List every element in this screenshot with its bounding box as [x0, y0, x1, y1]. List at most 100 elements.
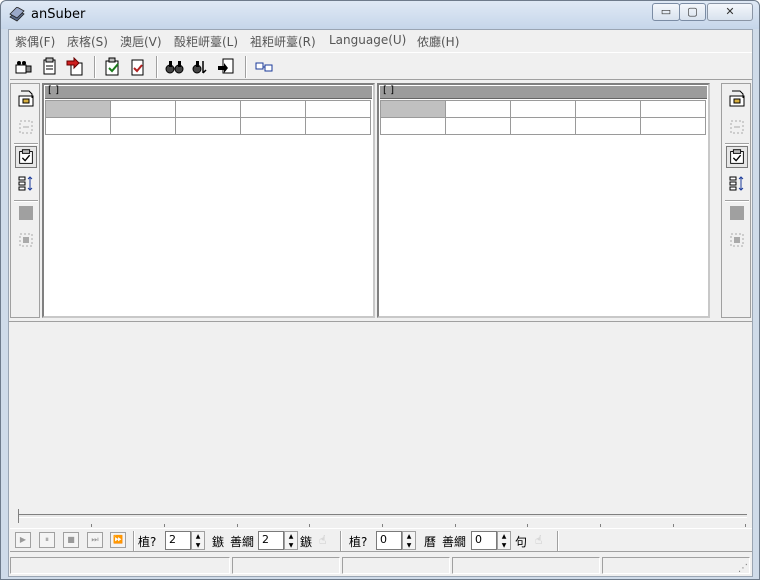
- table-cell[interactable]: [45, 100, 111, 118]
- timeline-slider[interactable]: [19, 514, 747, 518]
- edit-icon[interactable]: [726, 146, 748, 168]
- menu-language[interactable]: Language(U): [329, 33, 406, 47]
- title-bar[interactable]: anSuber ▭ ▢ ✕: [1, 1, 759, 29]
- find-next-icon[interactable]: [191, 57, 211, 77]
- status-cell-4: [452, 557, 600, 574]
- app-logo-icon: [9, 7, 25, 22]
- maximize-icon: ▢: [687, 5, 698, 18]
- slider-tick: [745, 524, 746, 527]
- table-cell[interactable]: [510, 117, 576, 135]
- table-row[interactable]: [45, 100, 371, 118]
- offset-label-1: 植?: [138, 535, 157, 549]
- slider-tick: [600, 524, 601, 527]
- table-cell[interactable]: [510, 100, 576, 118]
- sort-icon[interactable]: [726, 173, 748, 195]
- hand-icon[interactable]: ☝: [319, 533, 333, 547]
- table-row[interactable]: [380, 100, 706, 118]
- spinner-arrows[interactable]: ▲ ▼: [284, 531, 298, 550]
- table-cell[interactable]: [175, 117, 241, 135]
- table-cell[interactable]: [110, 100, 176, 118]
- import-icon[interactable]: [65, 57, 85, 77]
- table-cell[interactable]: [575, 117, 641, 135]
- status-bar: ⋰: [9, 555, 752, 576]
- close-icon: ✕: [725, 5, 735, 18]
- step-input-1[interactable]: 2: [258, 531, 284, 550]
- table-cell[interactable]: [380, 100, 446, 118]
- table-cell[interactable]: [240, 117, 306, 135]
- select-icon[interactable]: [15, 229, 37, 251]
- open-subtitle-icon[interactable]: [40, 57, 60, 77]
- edit-icon[interactable]: [15, 146, 37, 168]
- open-file-icon[interactable]: [15, 88, 37, 110]
- stop-button[interactable]: ■: [63, 532, 79, 548]
- save-icon[interactable]: [103, 57, 123, 77]
- table-cell[interactable]: [305, 117, 371, 135]
- table-cell[interactable]: [240, 100, 306, 118]
- table-row[interactable]: [45, 117, 371, 135]
- open-file-icon[interactable]: [726, 88, 748, 110]
- panel-header-label: [ ]: [383, 85, 394, 96]
- table-cell[interactable]: [175, 100, 241, 118]
- step-input-2[interactable]: 0: [471, 531, 497, 550]
- table-cell[interactable]: [45, 117, 111, 135]
- save-as-icon[interactable]: [128, 57, 148, 77]
- status-cell-3: [342, 557, 450, 574]
- resize-grip-icon[interactable]: ⋰: [738, 563, 750, 575]
- replace-icon[interactable]: [216, 57, 236, 77]
- find-icon[interactable]: [165, 57, 185, 77]
- filter-icon[interactable]: [15, 116, 37, 138]
- step-icon: ⏭: [91, 535, 99, 544]
- slider-tick: [237, 524, 238, 527]
- sync-icon[interactable]: [254, 57, 274, 77]
- subtitle-grid-left[interactable]: [45, 100, 371, 135]
- stop-icon[interactable]: [726, 202, 748, 224]
- table-cell[interactable]: [305, 100, 371, 118]
- menu-edit[interactable]: 庡楁(S): [67, 33, 108, 50]
- maximize-button[interactable]: ▢: [679, 3, 706, 21]
- pause-button[interactable]: ⏸: [39, 532, 55, 548]
- offset-input-2[interactable]: 0: [376, 531, 402, 550]
- play-icon: ▶: [19, 535, 27, 544]
- spinner-arrows[interactable]: ▲ ▼: [191, 531, 205, 550]
- select-icon[interactable]: [726, 229, 748, 251]
- toolbar-separator: [94, 56, 96, 78]
- spinner-arrows[interactable]: ▲ ▼: [402, 531, 416, 550]
- table-cell[interactable]: [575, 100, 641, 118]
- offset-input-1[interactable]: 2: [165, 531, 191, 550]
- minimize-button[interactable]: ▭: [652, 3, 680, 21]
- menu-right[interactable]: 袓粔岍薹(R): [250, 33, 316, 50]
- play-button[interactable]: ▶: [15, 532, 31, 548]
- right-side-toolbar: [721, 83, 751, 318]
- menu-view[interactable]: 澳巵(V): [120, 33, 162, 50]
- toolbar-separator: [245, 56, 247, 78]
- sort-icon[interactable]: [15, 173, 37, 195]
- right-subtitle-panel[interactable]: [ ]: [377, 83, 710, 318]
- video-preview-area[interactable]: [9, 321, 752, 526]
- table-cell[interactable]: [640, 117, 706, 135]
- slider-tick: [673, 524, 674, 527]
- table-row[interactable]: [380, 117, 706, 135]
- app-window: anSuber ▭ ▢ ✕ 紫偶(F) 庡楁(S) 澳巵(V) 酘粔岍薹(L) …: [0, 0, 760, 580]
- table-cell[interactable]: [380, 117, 446, 135]
- table-cell[interactable]: [445, 100, 511, 118]
- menu-help[interactable]: 侬廳(H): [417, 33, 459, 50]
- spinner-arrows[interactable]: ▲ ▼: [497, 531, 511, 550]
- step-button[interactable]: ⏭: [87, 532, 103, 548]
- menu-left[interactable]: 酘粔岍薹(L): [174, 33, 238, 50]
- left-subtitle-panel[interactable]: [ ]: [42, 83, 375, 318]
- filter-icon[interactable]: [726, 116, 748, 138]
- timeline-slider-thumb[interactable]: [18, 509, 24, 523]
- left-side-toolbar: [10, 83, 40, 318]
- open-video-icon[interactable]: [14, 57, 34, 77]
- control-separator: [340, 531, 342, 551]
- toolbar-separator: [156, 56, 158, 78]
- table-cell[interactable]: [110, 117, 176, 135]
- table-cell[interactable]: [640, 100, 706, 118]
- hand-icon[interactable]: ☝: [535, 533, 549, 547]
- stop-icon[interactable]: [15, 202, 37, 224]
- fast-forward-button[interactable]: ⏩: [110, 532, 126, 548]
- table-cell[interactable]: [445, 117, 511, 135]
- menu-file[interactable]: 紫偶(F): [15, 33, 55, 50]
- close-button[interactable]: ✕: [707, 3, 753, 21]
- subtitle-grid-right[interactable]: [380, 100, 706, 135]
